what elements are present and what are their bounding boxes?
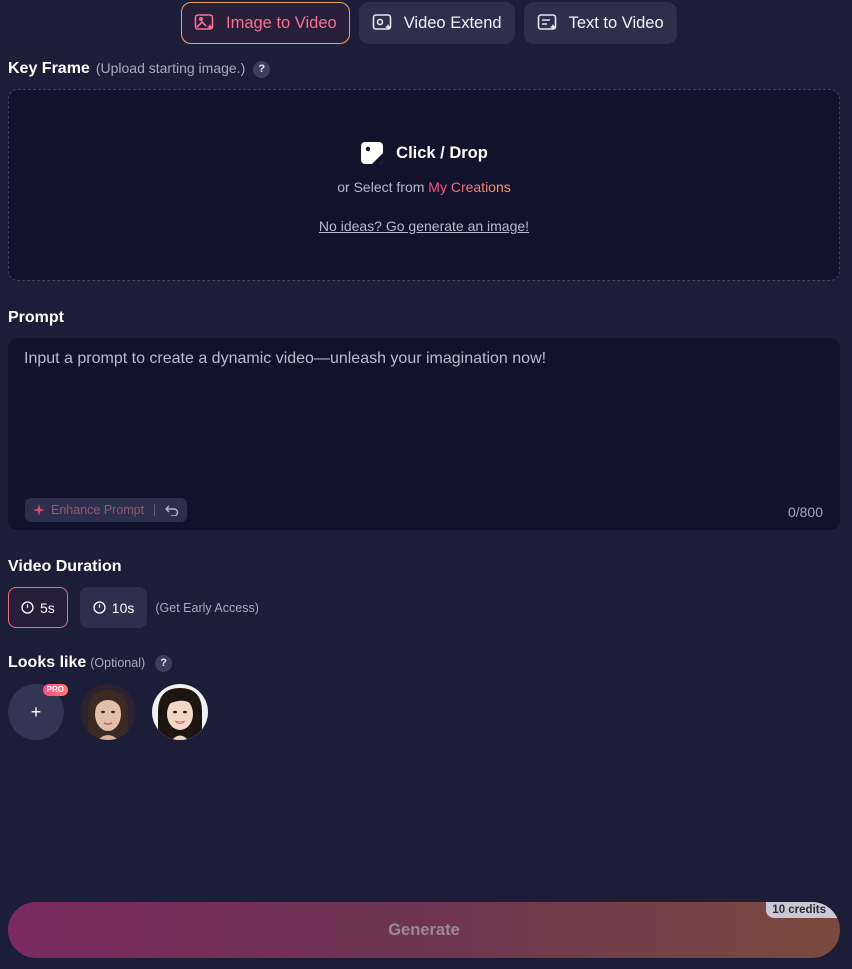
prompt-heading: Prompt <box>8 309 64 326</box>
tab-text-to-video[interactable]: Text to Video <box>523 2 677 44</box>
duration-options: 5s 10s (Get Early Access) <box>8 587 259 628</box>
enhance-prompt-label: Enhance Prompt <box>51 503 145 517</box>
text-sparkle-icon <box>537 14 556 30</box>
sparkle-icon <box>33 504 45 516</box>
enhance-prompt-button[interactable]: Enhance Prompt <box>25 498 188 522</box>
look-avatar-2[interactable] <box>152 684 208 740</box>
looks-like-options: + PRO <box>8 684 208 740</box>
face-avatar-image <box>152 684 208 740</box>
look-avatar-1[interactable] <box>80 684 136 740</box>
prompt-char-counter: 0/800 <box>787 504 823 520</box>
video-extend-icon <box>372 14 392 30</box>
tab-label: Video Extend <box>403 13 502 32</box>
early-access-note: (Get Early Access) <box>155 600 259 615</box>
looks-like-hint: (Optional) <box>90 656 146 670</box>
clock-icon <box>21 601 34 614</box>
video-duration-heading: Video Duration <box>8 558 122 575</box>
help-icon[interactable]: ? <box>155 654 173 672</box>
generate-image-link[interactable]: No ideas? Go generate an image! <box>9 218 839 234</box>
pro-badge: PRO <box>42 684 68 696</box>
upload-title: Click / Drop <box>9 141 839 165</box>
tab-label: Text to Video <box>568 13 664 32</box>
prompt-box: Enhance Prompt 0/800 <box>8 338 840 530</box>
duration-5s-button[interactable]: 5s <box>8 587 68 628</box>
prompt-input[interactable] <box>24 350 814 490</box>
clock-icon <box>93 601 106 614</box>
key-frame-upload-area[interactable]: Click / Drop or Select from My Creations… <box>8 89 840 281</box>
looks-like-title: Looks like <box>8 654 87 671</box>
upload-title-text: Click / Drop <box>396 143 488 162</box>
upload-sub-prefix: or Select from <box>337 179 425 195</box>
key-frame-hint: (Upload starting image.) <box>95 60 246 76</box>
tab-image-to-video[interactable]: Image to Video <box>181 2 350 44</box>
help-icon[interactable]: ? <box>253 60 271 78</box>
upload-subtext: or Select from My Creations <box>9 179 839 195</box>
duration-10s-button[interactable]: 10s <box>79 587 148 628</box>
mode-tabs: Image to Video Video Extend Text to Vide… <box>181 2 677 44</box>
divider <box>154 504 156 516</box>
key-frame-heading: Key Frame (Upload starting image.)? <box>8 60 271 78</box>
image-sparkle-icon <box>194 14 214 30</box>
generate-label: Generate <box>388 920 460 939</box>
plus-icon: + <box>30 701 42 722</box>
generate-button[interactable]: Generate 10 credits <box>8 902 840 958</box>
credits-badge: 10 credits <box>766 902 840 918</box>
tab-video-extend[interactable]: Video Extend <box>358 2 515 44</box>
key-frame-title: Key Frame <box>8 60 90 77</box>
add-look-button[interactable]: + PRO <box>8 684 68 740</box>
upload-image-icon <box>361 142 384 164</box>
duration-label: 5s <box>40 599 55 616</box>
face-avatar-image <box>80 684 136 740</box>
undo-icon[interactable] <box>165 504 179 516</box>
my-creations-link[interactable]: My Creations <box>428 179 510 195</box>
duration-label: 10s <box>111 599 135 616</box>
tab-label: Image to Video <box>226 13 337 32</box>
looks-like-heading: Looks like (Optional)? <box>8 654 173 672</box>
